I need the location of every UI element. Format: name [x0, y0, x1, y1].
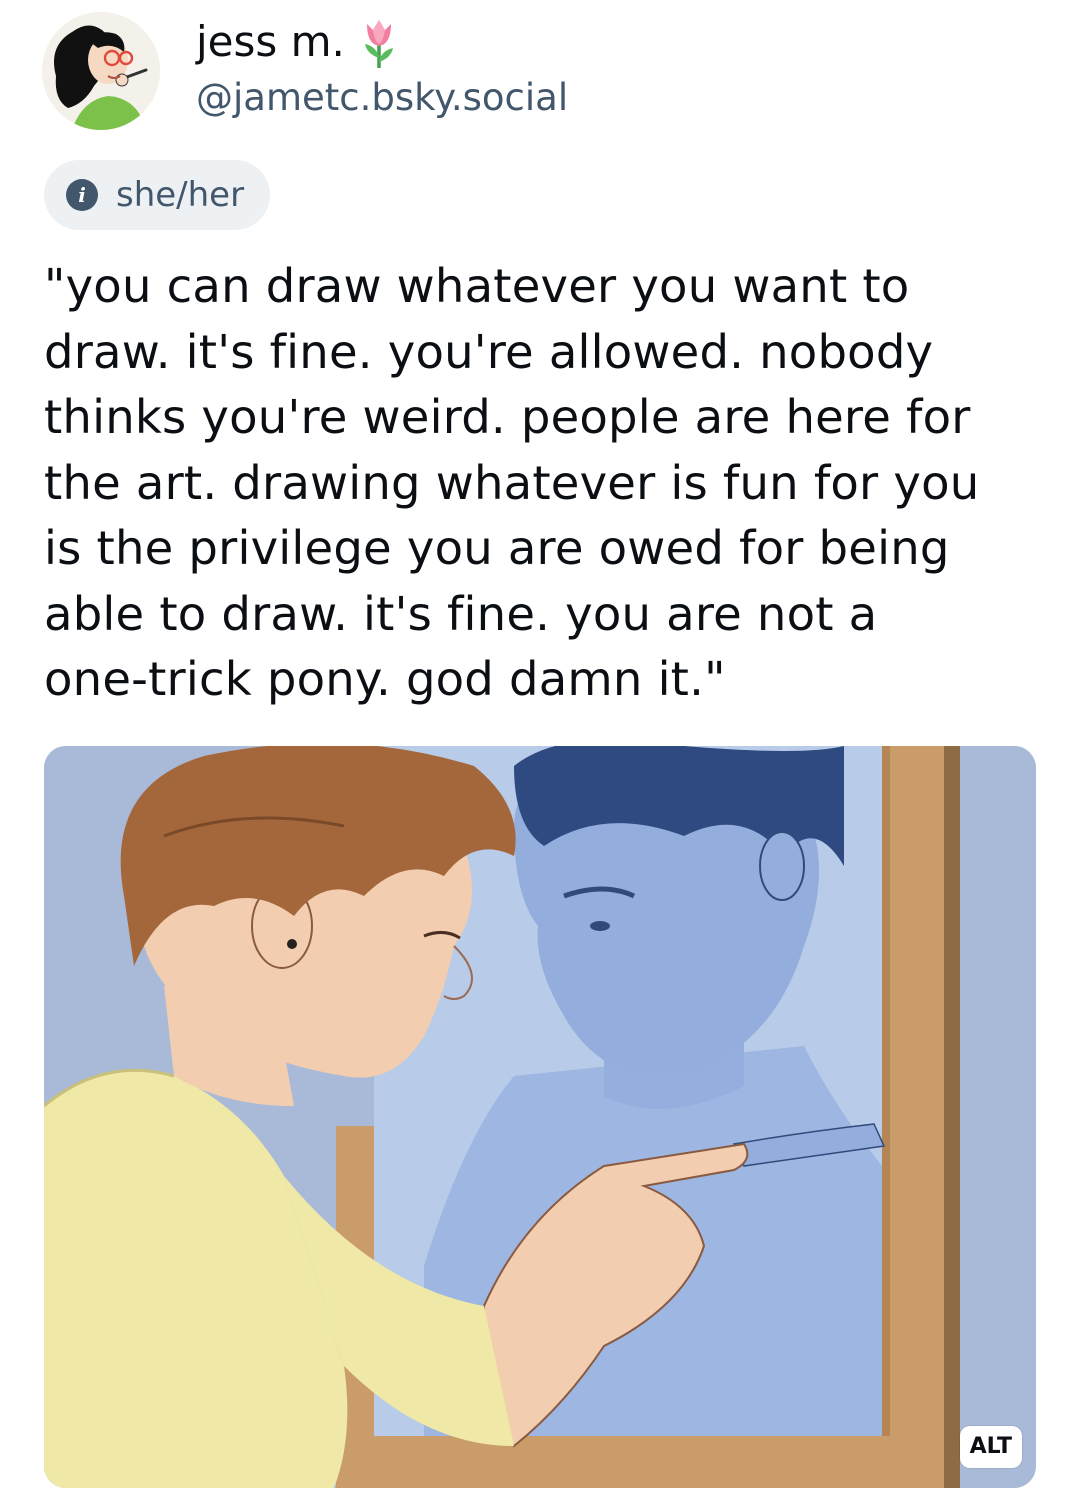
post-image[interactable]: ALT [44, 746, 1036, 1488]
mirror-illustration [44, 746, 1036, 1488]
display-name-text: jess m. [196, 17, 345, 66]
avatar-illustration [42, 12, 160, 130]
author-display-name[interactable]: jess m. [196, 14, 399, 70]
author-handle[interactable]: @jametc.bsky.social [196, 74, 568, 122]
alt-text-button[interactable]: ALT [959, 1426, 1022, 1468]
avatar[interactable] [42, 12, 160, 130]
pronouns-label: she/her [116, 175, 245, 215]
tulip-icon [359, 14, 399, 70]
pronouns-badge: i she/her [44, 160, 271, 230]
post-text: "you can draw whatever you want to draw.… [44, 259, 980, 706]
info-icon: i [66, 179, 98, 211]
